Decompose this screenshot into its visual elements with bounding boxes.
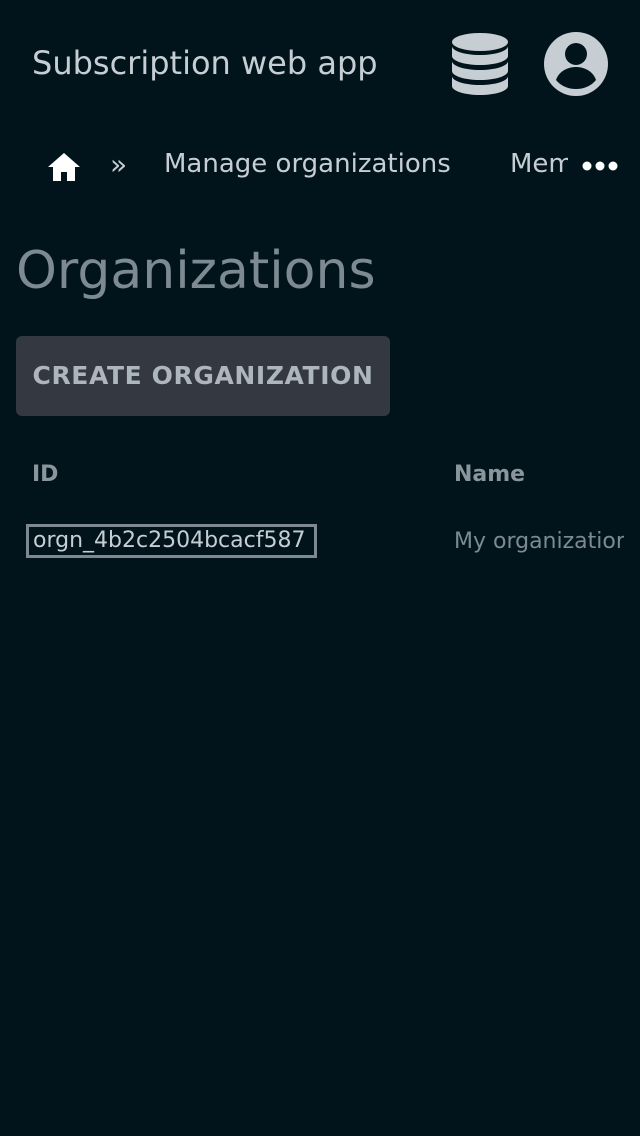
app-title: Subscription web app xyxy=(32,44,378,82)
breadcrumb-members[interactable]: Members xyxy=(510,145,568,183)
breadcrumb-manage-organizations[interactable]: Manage organizations xyxy=(164,145,451,183)
column-header-id[interactable]: ID xyxy=(32,462,58,487)
breadcrumb: » Manage organizations Members xyxy=(0,128,640,200)
table-row[interactable]: orgn_4b2c2504bcacf587 My organization xyxy=(0,520,640,566)
home-icon[interactable] xyxy=(46,150,82,184)
page-title: Organizations xyxy=(16,241,376,301)
app-bar: Subscription web app xyxy=(0,0,640,128)
more-horizontal-icon[interactable] xyxy=(580,154,620,178)
organization-name-cell: My organization xyxy=(454,529,624,554)
breadcrumb-separator: » xyxy=(110,148,128,181)
account-circle-icon[interactable] xyxy=(542,30,610,98)
column-header-name[interactable]: Name xyxy=(454,462,525,487)
organization-id-cell[interactable]: orgn_4b2c2504bcacf587 xyxy=(26,524,317,558)
create-organization-button[interactable]: CREATE ORGANIZATION xyxy=(16,336,390,416)
database-icon[interactable] xyxy=(448,30,512,98)
page: Subscription web app » Manage organizati… xyxy=(0,0,640,1136)
